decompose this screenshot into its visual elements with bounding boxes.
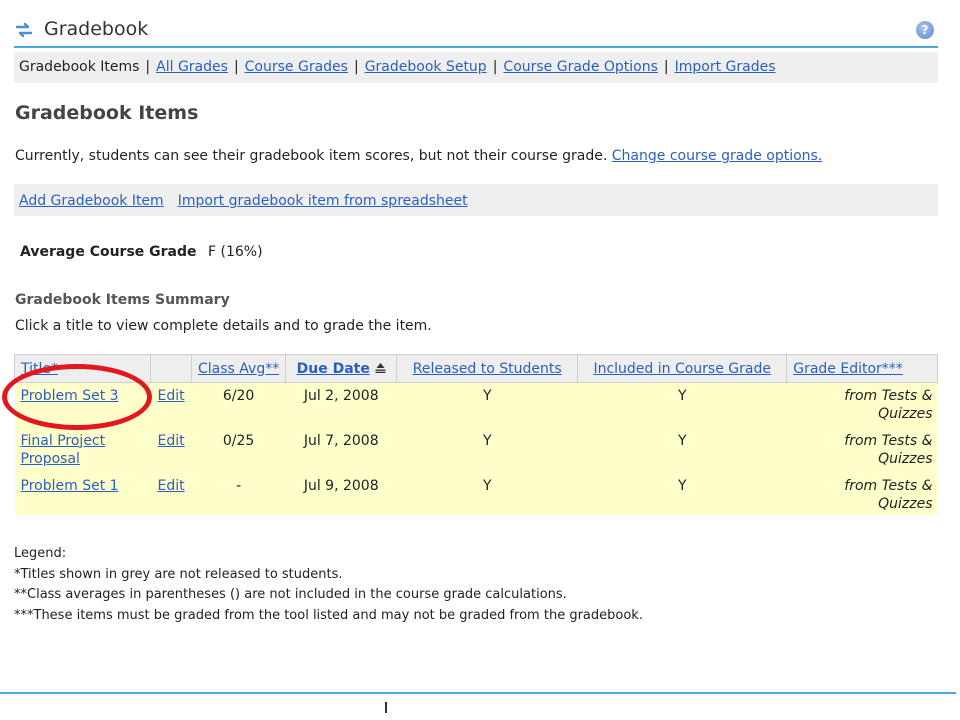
nav-link-all-grades[interactable]: All Grades <box>156 59 228 75</box>
released-cell: Y <box>396 427 578 473</box>
grade-editor-line: from Tests & <box>844 477 933 494</box>
footer-divider <box>0 692 956 694</box>
due-date-cell: Jul 7, 2008 <box>285 427 397 473</box>
grade-editor-line: Quizzes <box>878 450 933 467</box>
tool-title-bar: Gradebook ? <box>14 12 938 48</box>
change-course-grade-options-link[interactable]: Change course grade options. <box>612 148 823 164</box>
help-icon[interactable]: ? <box>916 21 934 39</box>
item-title-line: Proposal <box>20 450 80 467</box>
summary-instructions: Click a title to view complete details a… <box>15 318 432 334</box>
nav-separator: | <box>233 59 239 75</box>
column-header-released[interactable]: Released to Students <box>396 354 579 383</box>
gradebook-items-table: Title* Class Avg** Due Date Released to … <box>14 354 938 515</box>
tool-title: Gradebook <box>44 18 149 40</box>
item-title-cell: Problem Set 1 <box>14 472 151 515</box>
grade-editor-cell: from Tests & Quizzes <box>786 382 938 428</box>
edit-link[interactable]: Edit <box>158 388 185 404</box>
item-title-cell: Final Project Proposal <box>14 427 151 473</box>
due-date-cell: Jul 2, 2008 <box>285 382 397 428</box>
sort-by-class-avg-link[interactable]: Class Avg** <box>198 361 279 377</box>
nav-link-course-grades[interactable]: Course Grades <box>245 59 348 75</box>
average-course-grade-value: F (16%) <box>208 244 263 260</box>
nav-separator: | <box>353 59 359 75</box>
gradebook-nav: Gradebook Items | All Grades | Course Grades… <box>14 52 938 83</box>
table-row: Problem Set 3 Edit 6/20 Jul 2, 2008 Y Y … <box>14 382 938 428</box>
grade-editor-line: from Tests & <box>844 388 933 404</box>
grade-editor-line: from Tests & <box>844 432 933 449</box>
legend-line: ***These items must be graded from the t… <box>14 607 643 623</box>
column-header-grade-editor[interactable]: Grade Editor*** <box>786 354 938 383</box>
legend-line: *Titles shown in grey are not released t… <box>14 566 343 582</box>
sort-by-released-link[interactable]: Released to Students <box>413 361 562 377</box>
sort-by-included-link[interactable]: Included in Course Grade <box>593 361 771 377</box>
footer-separator-mark <box>385 702 387 713</box>
sort-by-due-date-link[interactable]: Due Date <box>297 361 370 377</box>
released-cell: Y <box>396 382 578 428</box>
item-actions-bar: Add Gradebook Item Import gradebook item … <box>14 184 938 216</box>
item-title-link-problem-set-3[interactable]: Problem Set 3 <box>21 388 119 404</box>
item-title-cell: Problem Set 3 <box>14 382 151 428</box>
grade-editor-cell: from Tests & Quizzes <box>786 427 938 473</box>
item-title-link-problem-set-1[interactable]: Problem Set 1 <box>21 478 119 494</box>
column-header-edit <box>150 354 192 383</box>
table-row: Final Project Proposal Edit 0/25 Jul 7, 2… <box>14 427 938 473</box>
legend-line: **Class averages in parentheses () are n… <box>14 587 567 602</box>
item-title-line: Final Project <box>20 432 106 449</box>
legend-heading: Legend: <box>14 546 67 561</box>
add-gradebook-item-link[interactable]: Add Gradebook Item <box>19 193 164 209</box>
legend: Legend: *Titles shown in grey are not re… <box>14 544 643 626</box>
summary-heading: Gradebook Items Summary <box>15 292 230 308</box>
column-header-title[interactable]: Title* <box>14 354 151 383</box>
visibility-status-text: Currently, students can see their gradeb… <box>15 148 608 164</box>
edit-cell: Edit <box>150 427 192 473</box>
nav-link-import-grades[interactable]: Import Grades <box>675 59 776 75</box>
grade-editor-cell: from Tests & Quizzes <box>786 472 938 515</box>
swap-arrows-icon <box>15 22 33 38</box>
due-date-cell: Jul 9, 2008 <box>285 472 397 515</box>
sort-by-grade-editor-link[interactable]: Grade Editor*** <box>793 361 903 377</box>
page-title: Gradebook Items <box>15 102 199 124</box>
sort-ascending-icon <box>375 362 386 373</box>
import-from-spreadsheet-link[interactable]: Import gradebook item from spreadsheet <box>178 193 468 209</box>
edit-cell: Edit <box>150 472 192 515</box>
edit-link[interactable]: Edit <box>158 433 185 449</box>
column-header-class-avg[interactable]: Class Avg** <box>190 354 287 383</box>
visibility-status: Currently, students can see their gradeb… <box>15 148 822 164</box>
class-avg-cell: 0/25 <box>191 427 286 473</box>
grade-editor-line: Quizzes <box>878 406 933 422</box>
nav-separator: | <box>145 59 151 75</box>
edit-cell: Edit <box>150 382 192 428</box>
class-avg-cell: 6/20 <box>191 382 286 428</box>
item-title-link-final-project-proposal[interactable]: Final Project Proposal <box>21 433 106 467</box>
table-header-row: Title* Class Avg** Due Date Released to … <box>14 354 938 383</box>
nav-separator: | <box>492 59 498 75</box>
included-cell: Y <box>577 382 787 428</box>
grade-editor-line: Quizzes <box>878 495 933 512</box>
nav-link-course-grade-options[interactable]: Course Grade Options <box>503 59 657 75</box>
column-header-included[interactable]: Included in Course Grade <box>577 354 788 383</box>
released-cell: Y <box>396 472 578 515</box>
sort-by-title-link[interactable]: Title* <box>21 361 58 377</box>
nav-separator: | <box>663 59 669 75</box>
class-avg-cell: - <box>191 472 286 515</box>
average-course-grade-label: Average Course Grade <box>20 244 197 260</box>
edit-link[interactable]: Edit <box>158 478 185 494</box>
column-header-due-date[interactable]: Due Date <box>285 354 398 383</box>
average-course-grade: Average Course Grade F (16%) <box>20 244 263 260</box>
table-row: Problem Set 1 Edit - Jul 9, 2008 Y Y fro… <box>14 472 938 515</box>
nav-link-gradebook-setup[interactable]: Gradebook Setup <box>365 59 487 75</box>
included-cell: Y <box>577 472 787 515</box>
included-cell: Y <box>577 427 787 473</box>
nav-current-gradebook-items: Gradebook Items <box>19 59 140 75</box>
